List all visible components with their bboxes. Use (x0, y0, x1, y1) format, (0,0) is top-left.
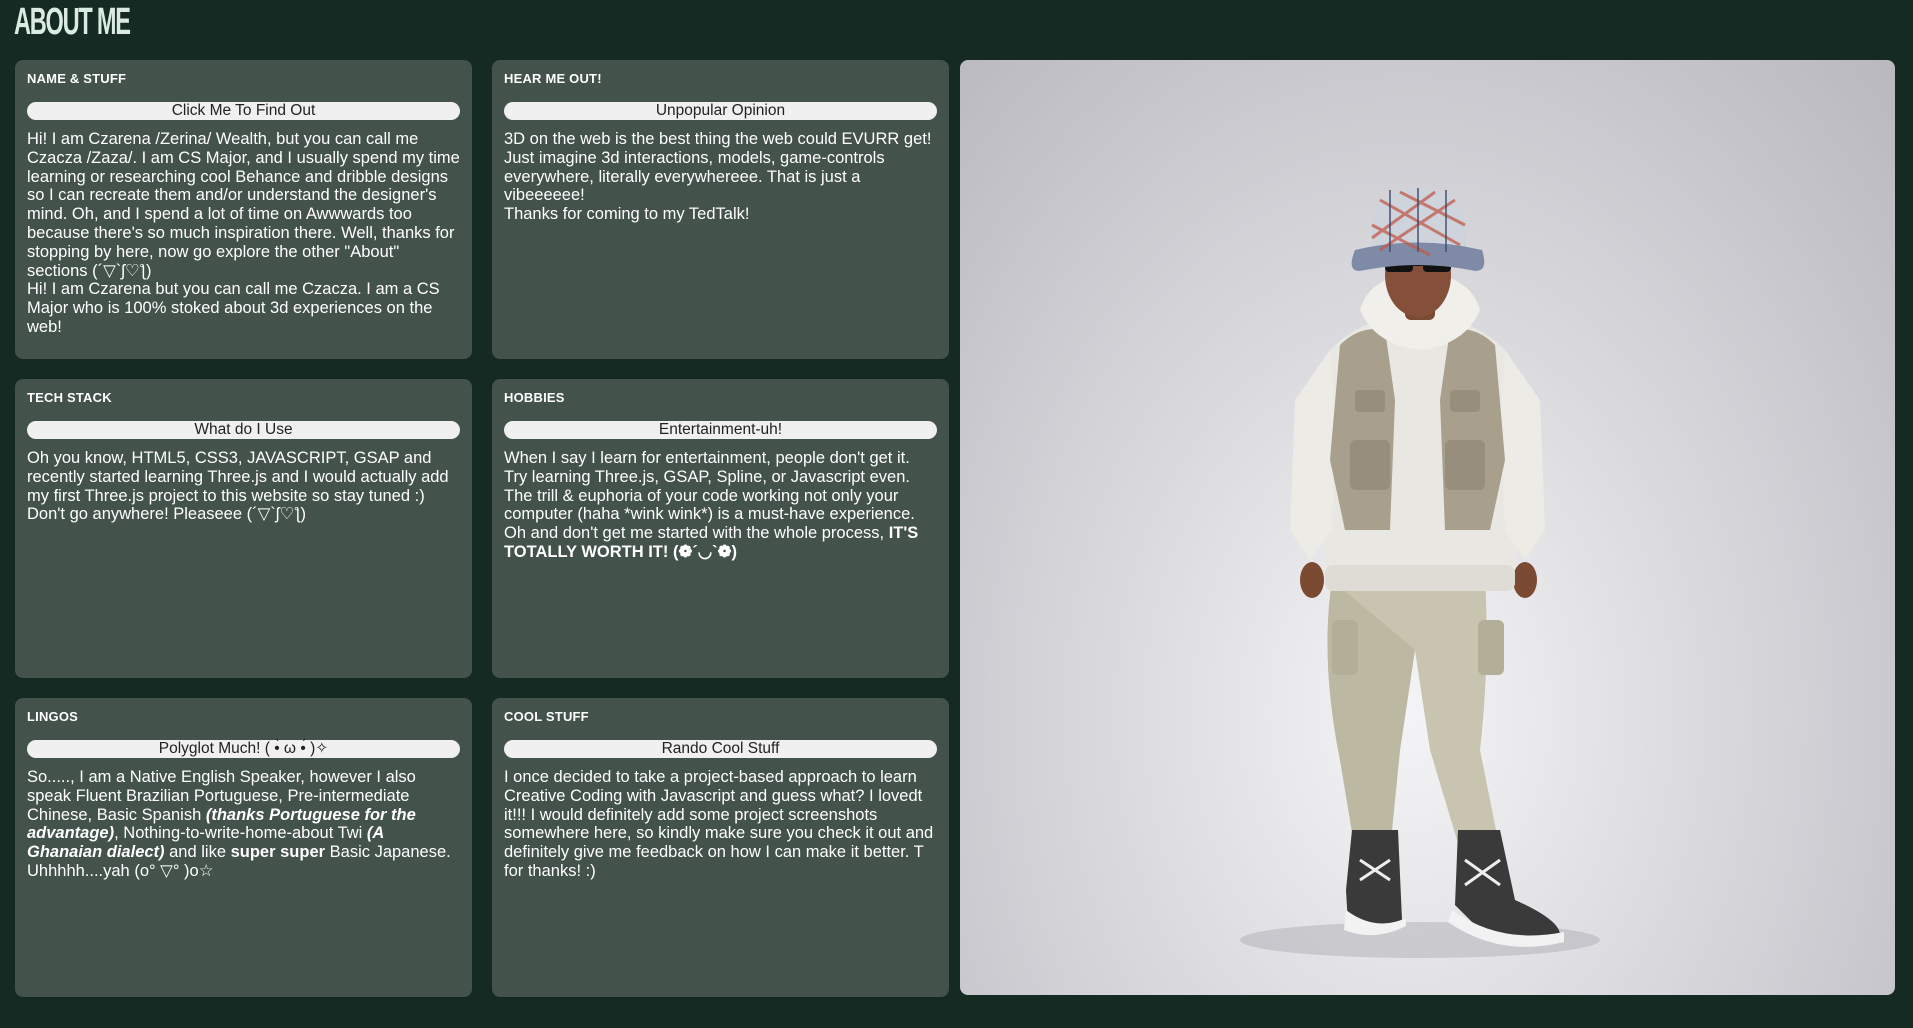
card-paragraph: 3D on the web is the best thing the web … (504, 130, 932, 205)
rando-cool-stuff-button[interactable]: Rando Cool Stuff (504, 740, 937, 758)
card-cool-stuff: COOL STUFF Rando Cool Stuff I once decid… (492, 698, 949, 997)
page-title: ABOUT ME (14, 1, 131, 43)
card-title: TECH STACK (27, 390, 112, 405)
card-paragraph: Oh you know, HTML5, CSS3, JAVASCRIPT, GS… (27, 449, 449, 524)
card-paragraph: Thanks for coming to my TedTalk! (504, 205, 750, 224)
about-cards-grid: NAME & STUFF Click Me To Find Out Hi! I … (15, 60, 949, 997)
card-body: Hi! I am Czarena /Zerina/ Wealth, but yo… (27, 130, 460, 337)
card-title: LINGOS (27, 709, 79, 724)
what-do-i-use-button[interactable]: What do I Use (27, 421, 460, 439)
3d-avatar-viewer[interactable] (960, 60, 1895, 995)
card-tech-stack: TECH STACK What do I Use Oh you know, HT… (15, 379, 472, 678)
card-title: COOL STUFF (504, 709, 589, 724)
card-title: NAME & STUFF (27, 71, 127, 86)
card-title: HOBBIES (504, 390, 565, 405)
card-body: So....., I am a Native English Speaker, … (27, 768, 460, 881)
card-paragraph: Hi! I am Czarena /Zerina/ Wealth, but yo… (27, 130, 460, 280)
avatar-figure (1240, 188, 1600, 958)
card-body: I once decided to take a project-based a… (504, 768, 937, 881)
card-body: When I say I learn for entertainment, pe… (504, 449, 937, 562)
card-hear-me-out: HEAR ME OUT! Unpopular Opinion 3D on the… (492, 60, 949, 359)
card-text: and like (164, 843, 231, 862)
unpopular-opinion-button[interactable]: Unpopular Opinion (504, 102, 937, 120)
card-name-and-stuff: NAME & STUFF Click Me To Find Out Hi! I … (15, 60, 472, 359)
polyglot-button[interactable]: Polyglot Much! ( •̀ ω •́ )✧ (27, 740, 460, 758)
card-paragraph: Hi! I am Czarena but you can call me Cza… (27, 280, 440, 336)
find-out-button[interactable]: Click Me To Find Out (27, 102, 460, 120)
card-text: , Nothing-to-write-home-about Twi (114, 824, 367, 843)
card-lingos: LINGOS Polyglot Much! ( •̀ ω •́ )✧ So...… (15, 698, 472, 997)
card-body: 3D on the web is the best thing the web … (504, 130, 937, 224)
entertainment-button[interactable]: Entertainment-uh! (504, 421, 937, 439)
card-paragraph: I once decided to take a project-based a… (504, 768, 934, 880)
card-body: Oh you know, HTML5, CSS3, JAVASCRIPT, GS… (27, 449, 460, 524)
card-emphasis: super super (230, 843, 326, 862)
card-hobbies: HOBBIES Entertainment-uh! When I say I l… (492, 379, 949, 678)
card-paragraph: When I say I learn for entertainment, pe… (504, 449, 915, 543)
card-title: HEAR ME OUT! (504, 71, 602, 86)
